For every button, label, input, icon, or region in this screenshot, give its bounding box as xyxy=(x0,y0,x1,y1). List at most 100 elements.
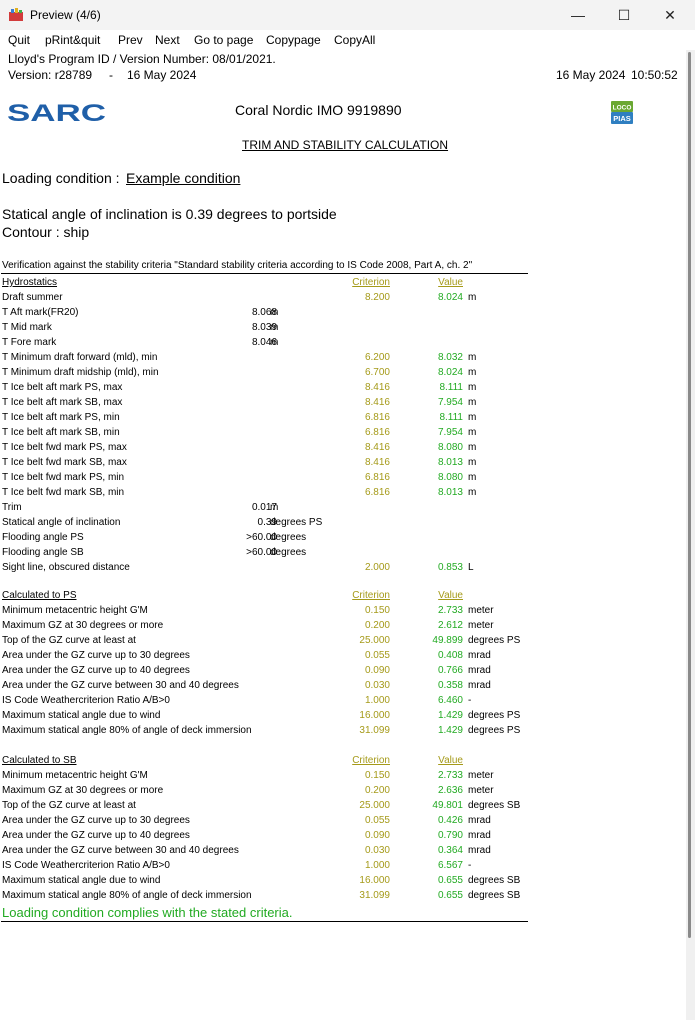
row-value: 0.358 xyxy=(437,680,463,691)
row-value: 0.766 xyxy=(437,665,463,676)
menu-print-quit[interactable]: pRint&quit xyxy=(45,33,100,47)
row-label: Area under the GZ curve up to 40 degrees xyxy=(2,665,190,676)
value-header-hydro: Value xyxy=(438,277,463,288)
row-unit: meter xyxy=(468,605,494,616)
row-label: Sight line, obscured distance xyxy=(2,562,130,573)
menu-quit[interactable]: Quit xyxy=(8,33,30,47)
sarc-logo-text: SARC xyxy=(7,102,106,124)
row-unit: m xyxy=(468,427,477,438)
menu-prev[interactable]: Prev xyxy=(118,33,143,47)
row-value: 49.899 xyxy=(432,635,463,646)
report-title: TRIM AND STABILITY CALCULATION xyxy=(242,138,449,152)
row-unit: mrad xyxy=(468,650,491,661)
row-criterion: 25.000 xyxy=(359,635,390,646)
row-criterion: 25.000 xyxy=(359,800,390,811)
row-unit: mrad xyxy=(468,830,491,841)
row-value: 0.790 xyxy=(437,830,463,841)
row-label: T Mid mark xyxy=(2,322,52,333)
row-label: Maximum statical angle due to wind xyxy=(2,875,161,886)
row-unit: m xyxy=(270,307,279,318)
contour-statement: Contour : ship xyxy=(2,224,90,240)
section-heading-ps: Calculated to PS xyxy=(2,590,77,601)
row-value: 8.111 xyxy=(439,412,463,423)
row-value: 8.032 xyxy=(437,352,463,363)
row-value: 8.013 xyxy=(437,487,463,498)
program-id: Lloyd's Program ID / Version Number: 08/… xyxy=(8,52,276,66)
row-label: Trim xyxy=(2,502,22,513)
row-value: 1.429 xyxy=(437,710,463,721)
row-criterion: 6.816 xyxy=(364,427,390,438)
vertical-scrollbar[interactable] xyxy=(686,50,695,1020)
maximize-icon: ☐ xyxy=(617,6,631,23)
row-value: 8.024 xyxy=(437,367,463,378)
criterion-header-sb: Criterion xyxy=(352,755,390,766)
row-criterion: 6.200 xyxy=(364,352,390,363)
row-unit: degrees xyxy=(270,547,307,558)
row-label: Flooding angle SB xyxy=(2,547,84,558)
menu-next[interactable]: Next xyxy=(155,33,180,47)
row-criterion: 8.416 xyxy=(364,382,390,393)
row-value: 8.024 xyxy=(437,292,463,303)
row-unit: degrees PS xyxy=(468,710,521,721)
section-heading-hydro: Hydrostatics xyxy=(2,277,58,288)
row-criterion: 6.816 xyxy=(364,472,390,483)
vessel-name: Coral Nordic IMO 9919890 xyxy=(235,102,402,118)
criterion-header-ps: Criterion xyxy=(352,590,390,601)
menu-bar: Quit pRint&quit Prev Next Go to page Cop… xyxy=(0,30,695,50)
window-title: Preview (4/6) xyxy=(30,8,101,22)
row-value: 1.429 xyxy=(437,725,463,736)
criterion-header-hydro: Criterion xyxy=(352,277,390,288)
row-criterion: 0.150 xyxy=(364,605,390,616)
row-value: 0.853 xyxy=(437,562,463,573)
row-criterion: 1.000 xyxy=(364,860,390,871)
menu-goto-page[interactable]: Go to page xyxy=(194,33,253,47)
row-unit: meter xyxy=(468,770,494,781)
row-label: Draft summer xyxy=(2,292,63,303)
row-unit: m xyxy=(468,382,477,393)
row-unit: m xyxy=(270,337,279,348)
row-criterion: 0.030 xyxy=(364,680,390,691)
row-unit: degrees SB xyxy=(468,890,521,901)
row-value: 0.655 xyxy=(437,890,463,901)
menu-copyall[interactable]: CopyAll xyxy=(334,33,375,47)
row-unit: degrees xyxy=(270,532,307,543)
row-value: 7.954 xyxy=(437,427,463,438)
row-label: Statical angle of inclination xyxy=(2,517,121,528)
row-unit: mrad xyxy=(468,665,491,676)
close-icon: ✕ xyxy=(664,6,676,23)
menu-copypage[interactable]: Copypage xyxy=(266,33,321,47)
row-label: IS Code Weathercriterion Ratio A/B>0 xyxy=(2,695,170,706)
value-header-sb: Value xyxy=(438,755,463,766)
row-unit: m xyxy=(468,397,477,408)
row-value: 49.801 xyxy=(432,800,463,811)
row-criterion: 6.816 xyxy=(364,412,390,423)
row-value: 8.111 xyxy=(439,382,463,393)
row-unit: m xyxy=(270,502,279,513)
scrollbar-thumb[interactable] xyxy=(688,52,691,938)
row-label: Area under the GZ curve between 30 and 4… xyxy=(2,680,239,691)
row-value: 2.733 xyxy=(437,770,463,781)
row-label: Minimum metacentric height G'M xyxy=(2,770,148,781)
row-label: T Ice belt aft mark PS, min xyxy=(2,412,120,423)
row-label: T Ice belt aft mark SB, max xyxy=(2,397,123,408)
minimize-button[interactable]: — xyxy=(555,0,601,30)
row-criterion: 6.700 xyxy=(364,367,390,378)
row-value: 0.655 xyxy=(437,875,463,886)
row-label: Top of the GZ curve at least at xyxy=(2,800,136,811)
row-value: 2.733 xyxy=(437,605,463,616)
divider-top xyxy=(1,273,528,274)
print-date: 16 May 2024 xyxy=(556,68,626,82)
row-unit: m xyxy=(468,472,477,483)
statical-angle-statement: Statical angle of inclination is 0.39 de… xyxy=(2,206,337,222)
row-criterion: 0.090 xyxy=(364,665,390,676)
row-unit: m xyxy=(468,487,477,498)
row-unit: degrees SB xyxy=(468,800,521,811)
row-criterion: 0.030 xyxy=(364,845,390,856)
row-label: T Ice belt fwd mark SB, min xyxy=(2,487,125,498)
value-header-ps: Value xyxy=(438,590,463,601)
close-button[interactable]: ✕ xyxy=(647,0,693,30)
maximize-button[interactable]: ☐ xyxy=(601,0,647,30)
loading-condition-label: Loading condition : xyxy=(2,170,120,186)
print-time: 10:50:52 xyxy=(631,68,678,82)
row-value: 0.426 xyxy=(437,815,463,826)
